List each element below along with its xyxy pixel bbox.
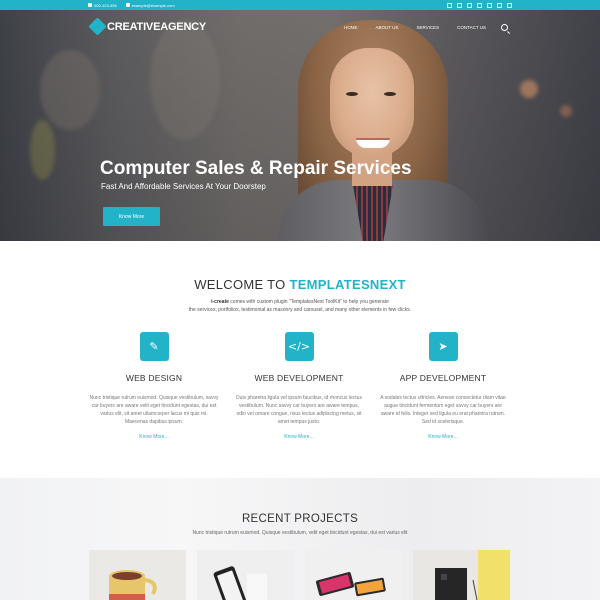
phone-image [197,550,294,600]
service-title: WEB DESIGN [125,373,183,383]
welcome-desc-line2: the services, portfolios, testimonial as… [188,307,412,313]
flickr-icon[interactable] [487,2,492,8]
search-icon[interactable] [501,24,508,31]
welcome-brand: i-create [211,299,229,305]
email-text: example@example.com [131,2,175,8]
instagram-icon[interactable] [507,2,512,8]
facebook-icon[interactable] [457,2,462,8]
email-icon[interactable] [497,2,502,8]
project-thumbnail[interactable] [305,550,402,600]
service-web-design: ✎ WEB DESIGN Nunc tristique rutrum euism… [89,332,219,440]
service-description: A sodales lectus ultricies. Aenean conse… [380,395,506,425]
projects-heading: RECENT PROJECTS [241,513,359,525]
social-links [447,2,512,8]
service-description: Nunc tristique rutrum euismod. Quisque v… [89,395,219,425]
contact-info: 000-123-456 example@example.com [88,3,175,8]
twitter-icon[interactable] [447,2,452,8]
project-thumbnail[interactable] [413,550,510,600]
welcome-heading: WELCOME TO TEMPLATESNEXT [0,277,600,292]
welcome-accent: TEMPLATESNEXT [289,277,406,292]
nav-home[interactable]: HOME [335,25,367,30]
project-thumbnail[interactable] [197,550,294,600]
nav-contact-us[interactable]: CONTACT US [448,25,495,30]
code-icon: </> [284,332,314,361]
logo-mark-icon [88,17,107,36]
service-title: APP DEVELOPMENT [399,373,487,383]
phone-contact[interactable]: 000-123-456 [88,3,117,8]
nav-about-us[interactable]: ABOUT US [367,25,408,30]
paper-plane-icon: ➤ [428,332,458,361]
phone-icon [88,3,92,7]
know-more-button[interactable]: Know More [103,207,160,226]
main-nav: HOME ABOUT US SERVICES CONTACT US [335,24,508,31]
know-more-link[interactable]: Know More... [234,434,364,440]
welcome-description: i-create comes with custom plugin "Templ… [160,298,440,314]
know-more-link[interactable]: Know More... [378,434,508,440]
site-logo[interactable]: CREATIVEAGENCY [88,17,207,36]
linkedin-icon[interactable] [467,2,472,8]
welcome-prefix: WELCOME TO [194,277,290,292]
phone-text: 000-123-456 [94,2,117,8]
service-title: WEB DEVELOPMENT [254,373,344,383]
hero-subtitle: Fast And Affordable Services At Your Doo… [101,182,266,191]
top-bar: 000-123-456 example@example.com [0,0,600,10]
hero-banner [0,10,600,241]
nav-services[interactable]: SERVICES [407,25,448,30]
project-thumbnail[interactable] [89,550,186,600]
logo-text: CREATIVEAGENCY [107,20,207,33]
service-description: Duis pharetra ligula vel ipsum faucibus,… [236,395,362,425]
service-app-development: ➤ APP DEVELOPMENT A sodales lectus ultri… [378,332,508,440]
projects-description: Nunc tristique rutrum euismod. Quisque v… [192,530,408,536]
magic-wand-icon: ✎ [139,332,169,361]
devices-image [305,550,402,600]
hero-person-image [268,20,518,241]
email-contact[interactable]: example@example.com [125,2,175,8]
mug-image [89,550,186,600]
know-more-link[interactable]: Know More... [89,434,219,440]
pinterest-icon[interactable] [477,2,482,8]
notebook-image [413,550,510,600]
welcome-desc-line1: comes with custom plugin "TemplatesNext … [228,299,389,305]
service-web-development: </> WEB DEVELOPMENT Duis pharetra ligula… [234,332,364,440]
envelope-icon [125,3,130,7]
hero-title: Computer Sales & Repair Services [100,158,412,179]
